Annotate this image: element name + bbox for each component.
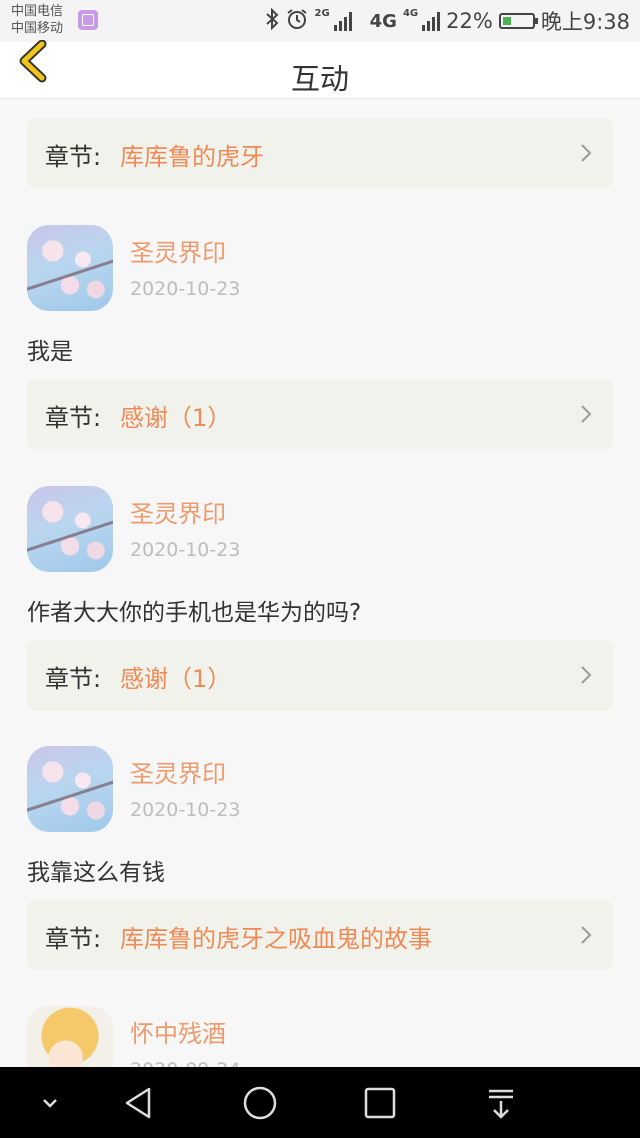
chapter-name: 感谢（1） bbox=[120, 404, 232, 432]
app-notification-icon bbox=[78, 10, 98, 30]
recents-button[interactable] bbox=[358, 1081, 402, 1125]
clock: 晚上9:38 bbox=[540, 10, 630, 34]
chapter-prefix: 章节: bbox=[45, 665, 102, 693]
chevron-right-icon bbox=[581, 144, 592, 162]
comment-date: 2020-10-23 bbox=[130, 278, 241, 300]
chapter-name: 库库鲁的虎牙之吸血鬼的故事 bbox=[120, 925, 432, 953]
avatar[interactable] bbox=[27, 1006, 113, 1067]
comment-text: 我靠这么有钱 bbox=[27, 860, 165, 886]
comment-username[interactable]: 圣灵界印 bbox=[130, 754, 226, 789]
comment-date: 2020-10-23 bbox=[130, 539, 241, 561]
chapter-prefix: 章节: bbox=[45, 404, 102, 432]
status-indicators: 2G 4G 4G 22% 晚上9:38 bbox=[264, 6, 630, 36]
avatar[interactable] bbox=[27, 746, 113, 832]
carrier-1: 中国电信 bbox=[11, 4, 64, 19]
comment-date: 2020-09-24 bbox=[130, 1059, 240, 1067]
network-type-label: 4G bbox=[369, 10, 397, 32]
comment-date: 2020-10-23 bbox=[130, 799, 241, 821]
recents-square-icon bbox=[364, 1087, 396, 1119]
comment-text: 作者大大你的手机也是华为的吗? bbox=[27, 600, 362, 626]
carrier-labels: 中国电信 中国移动 bbox=[11, 3, 63, 37]
comment-username[interactable]: 圣灵界印 bbox=[130, 233, 226, 268]
notification-pull-button[interactable] bbox=[479, 1081, 523, 1125]
interaction-feed[interactable]: 章节: 库库鲁的虎牙 圣灵界印 2020-10-23 我是 章节: 感谢（1） … bbox=[0, 99, 640, 1067]
chapter-prefix: 章节: bbox=[45, 143, 102, 171]
collapse-button[interactable] bbox=[28, 1081, 72, 1125]
chapter-link[interactable]: 章节: 库库鲁的虎牙之吸血鬼的故事 bbox=[27, 900, 613, 970]
back-triangle-icon bbox=[125, 1087, 151, 1119]
comment-username[interactable]: 圣灵界印 bbox=[130, 494, 226, 529]
chapter-link[interactable]: 章节: 感谢（1） bbox=[27, 640, 613, 710]
comment-text: 我是 bbox=[27, 339, 73, 365]
network-type-label: 2G bbox=[314, 7, 330, 19]
notification-pull-icon bbox=[489, 1089, 513, 1119]
comment-username[interactable]: 怀中残酒 bbox=[130, 1014, 226, 1049]
alarm-icon bbox=[286, 8, 308, 35]
home-circle-icon bbox=[243, 1086, 277, 1120]
chevron-right-icon bbox=[581, 666, 592, 684]
back-nav-button[interactable] bbox=[117, 1081, 161, 1125]
chapter-link[interactable]: 章节: 库库鲁的虎牙 bbox=[27, 118, 613, 188]
signal-icon bbox=[422, 11, 441, 31]
bluetooth-icon bbox=[264, 7, 280, 35]
chevron-right-icon bbox=[581, 926, 592, 944]
avatar[interactable] bbox=[27, 225, 113, 311]
battery-percent: 22% bbox=[446, 9, 493, 33]
collapse-icon bbox=[43, 1099, 57, 1108]
chapter-name: 感谢（1） bbox=[120, 665, 232, 693]
carrier-2: 中国移动 bbox=[11, 21, 64, 36]
chapter-name: 库库鲁的虎牙 bbox=[120, 143, 264, 171]
home-button[interactable] bbox=[238, 1081, 282, 1125]
chevron-right-icon bbox=[581, 405, 592, 423]
battery-icon bbox=[498, 13, 538, 29]
status-bar: 中国电信 中国移动 2G 4G 4G 22% 晚上9:38 bbox=[0, 0, 640, 42]
chapter-link[interactable]: 章节: 感谢（1） bbox=[27, 379, 613, 449]
system-navigation-bar bbox=[0, 1067, 640, 1138]
signal-icon bbox=[333, 11, 352, 31]
header-bar: 互动 bbox=[0, 39, 640, 99]
chapter-prefix: 章节: bbox=[45, 925, 102, 953]
page-title: 互动 bbox=[290, 62, 349, 96]
avatar[interactable] bbox=[27, 486, 113, 572]
network-type-label: 4G bbox=[402, 7, 419, 19]
